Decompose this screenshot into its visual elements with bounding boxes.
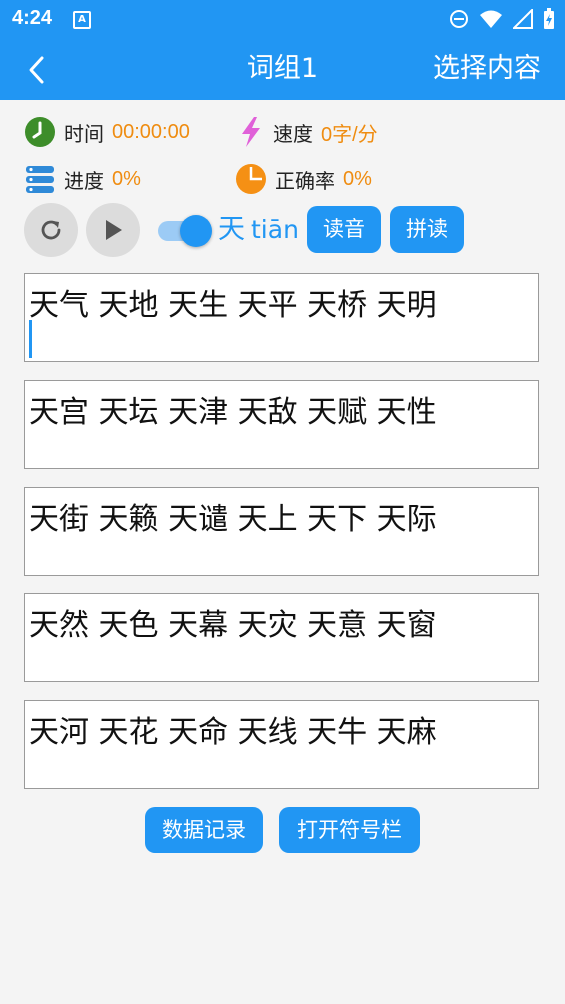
lightning-icon <box>242 117 260 147</box>
pinyin-toggle[interactable] <box>158 215 212 247</box>
word-group-box-2[interactable]: 天宫 天坛 天津 天敌 天赋 天性 <box>24 380 539 469</box>
play-button[interactable] <box>86 203 140 257</box>
refresh-icon <box>41 220 61 240</box>
progress-layers-icon <box>26 166 54 193</box>
word-group-box-1[interactable]: 天气 天地 天生 天平 天桥 天明 <box>24 273 539 362</box>
word-group-text: 天宫 天坛 天津 天敌 天赋 天性 <box>29 395 437 430</box>
accuracy-stat: 正确率 0% <box>235 162 372 196</box>
status-icons <box>449 8 555 30</box>
do-not-disturb-icon <box>450 10 468 28</box>
current-character: 天 tiān <box>218 210 299 250</box>
signal-icon <box>513 9 533 29</box>
text-cursor <box>29 320 32 358</box>
speed-stat: 速度 0字/分 <box>237 115 378 149</box>
word-group-text: 天然 天色 天幕 天灾 天意 天窗 <box>29 608 437 643</box>
word-group-text: 天街 天籁 天谴 天上 天下 天际 <box>29 502 437 537</box>
word-group-text: 天气 天地 天生 天平 天桥 天明 <box>29 288 437 323</box>
progress-label: 进度 <box>64 168 104 193</box>
accuracy-value: 0% <box>343 167 372 190</box>
speed-value: 0字/分 <box>321 123 378 146</box>
read-sound-button[interactable]: 读音 <box>307 206 381 253</box>
restart-button[interactable] <box>24 203 78 257</box>
clock-icon <box>25 117 55 147</box>
pie-chart-icon <box>236 164 266 194</box>
app-bar: 词组1 选择内容 <box>0 38 565 100</box>
data-records-button[interactable]: 数据记录 <box>145 807 263 853</box>
current-pinyin: tiān <box>251 215 299 244</box>
battery-charging-icon <box>544 8 554 29</box>
notification-a-icon: A <box>73 11 91 29</box>
wifi-icon <box>480 10 502 28</box>
toggle-knob <box>180 215 212 247</box>
speed-label: 速度 <box>273 121 313 146</box>
time-label: 时间 <box>64 121 104 146</box>
word-group-text: 天河 天花 天命 天线 天牛 天麻 <box>29 715 437 750</box>
time-stat: 时间 00:00:00 <box>24 115 190 149</box>
word-group-box-5[interactable]: 天河 天花 天命 天线 天牛 天麻 <box>24 700 539 789</box>
accuracy-label: 正确率 <box>275 168 335 193</box>
status-bar: 4:24 A <box>0 0 565 38</box>
open-symbol-bar-button[interactable]: 打开符号栏 <box>279 807 420 853</box>
select-content-button[interactable]: 选择内容 <box>433 38 541 100</box>
time-value: 00:00:00 <box>112 120 190 143</box>
current-char: 天 <box>218 214 245 245</box>
play-icon <box>106 220 122 240</box>
progress-value: 0% <box>112 167 141 190</box>
spell-read-button[interactable]: 拼读 <box>390 206 464 253</box>
progress-stat: 进度 0% <box>24 162 141 196</box>
status-time: 4:24 <box>12 7 53 29</box>
word-group-box-4[interactable]: 天然 天色 天幕 天灾 天意 天窗 <box>24 593 539 682</box>
word-group-box-3[interactable]: 天街 天籁 天谴 天上 天下 天际 <box>24 487 539 576</box>
